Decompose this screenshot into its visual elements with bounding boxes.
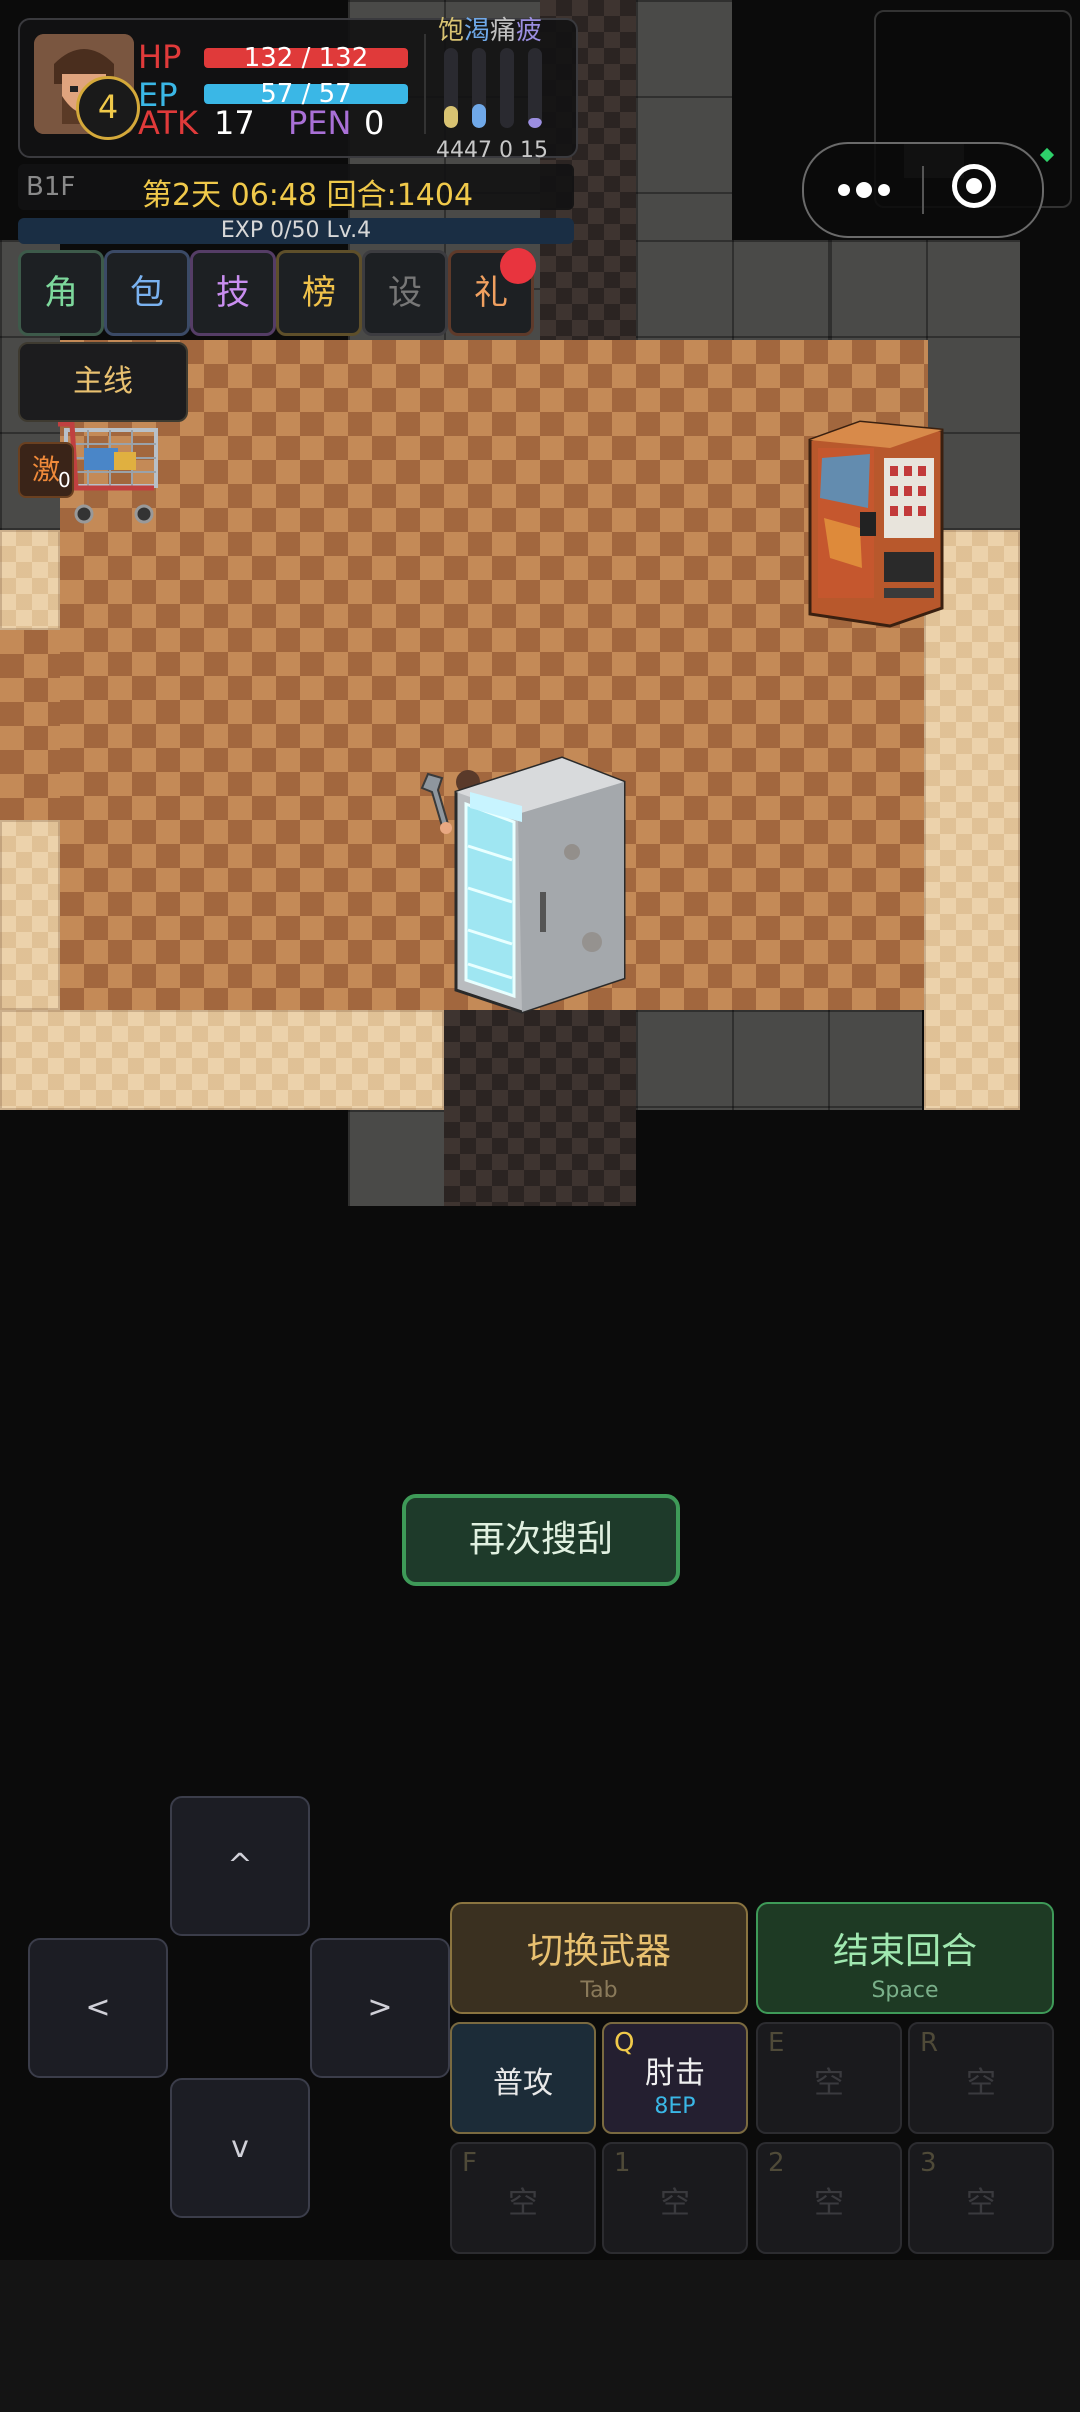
skills-menu-button[interactable]: 技 — [190, 250, 276, 336]
hp-label: HP — [138, 38, 182, 76]
pen-label: PEN — [288, 104, 352, 142]
skill-slot-3-key: 3 — [920, 2148, 937, 2178]
skill-slot-e-name: 空 — [814, 2066, 844, 2101]
fatigue-bar — [528, 48, 542, 128]
skill-slot-1-key: 1 — [614, 2148, 631, 2178]
thirst-bar — [472, 48, 486, 128]
skill-slot-1-name: 空 — [660, 2186, 690, 2221]
main-quest-button[interactable]: 主线 — [18, 342, 188, 422]
switch-weapon-label: 切换武器 — [526, 1931, 671, 1972]
end-turn-hint: Space — [871, 1978, 939, 2003]
skill-elbow-strike-name: 肘击 — [645, 2056, 705, 2091]
close-miniprogram-icon[interactable] — [952, 164, 996, 208]
thirst-bar-fill — [472, 104, 486, 128]
switch-weapon-hint: Tab — [580, 1978, 618, 2003]
hp-value: 132 / 132 — [243, 43, 369, 73]
gift-notification-dot — [500, 248, 536, 284]
floor-indicator: B1F — [26, 172, 76, 202]
atk-label: ATK — [138, 104, 198, 142]
floor-pale-bottom — [0, 1010, 444, 1110]
status-header: 饱渴痛疲 — [438, 10, 542, 47]
hunger-bar — [444, 48, 458, 128]
skill-slot-f-key: F — [462, 2148, 477, 2178]
leaderboard-menu-button[interactable]: 榜 — [276, 250, 362, 336]
skill-slot-2-button[interactable]: 2 空 — [756, 2142, 902, 2254]
dpad-left-button[interactable]: < — [28, 1938, 168, 2078]
skill-slot-3-button[interactable]: 3 空 — [908, 2142, 1054, 2254]
status-fatigue-label: 疲 — [516, 16, 543, 46]
refrigerator-icon[interactable] — [452, 752, 628, 1014]
settings-menu-button[interactable]: 设 — [362, 250, 448, 336]
dpad-down-button[interactable]: v — [170, 2078, 310, 2218]
shopping-cart-icon[interactable] — [58, 418, 168, 530]
status-hunger-label: 饱 — [438, 16, 465, 46]
activate-count: 0 — [58, 468, 71, 492]
status-pain-label: 痛 — [490, 16, 517, 46]
skill-elbow-strike-button[interactable]: Q 肘击 8EP — [602, 2022, 748, 2134]
vending-machine-icon[interactable] — [800, 418, 950, 628]
corridor-bottom — [444, 1010, 636, 1206]
status-divider — [424, 34, 426, 134]
switch-weapon-button[interactable]: 切换武器 Tab — [450, 1902, 748, 2014]
skill-slot-2-name: 空 — [814, 2186, 844, 2221]
floor-pale-left-2 — [0, 820, 60, 1010]
exp-bar: EXP 0/50 Lv.4 — [18, 218, 574, 244]
bag-menu-button[interactable]: 包 — [104, 250, 190, 336]
pen-value: 0 — [364, 104, 385, 142]
end-turn-button[interactable]: 结束回合 Space — [756, 1902, 1054, 2014]
capsule-divider — [922, 166, 924, 214]
status-thirst-label: 渴 — [464, 16, 491, 46]
skill-elbow-strike-cost: 8EP — [654, 2094, 696, 2119]
skill-basic-attack-button[interactable]: 普攻 — [450, 2022, 596, 2134]
skill-slot-r-name: 空 — [966, 2066, 996, 2101]
skill-slot-r-button[interactable]: R 空 — [908, 2022, 1054, 2134]
skill-slot-e-button[interactable]: E 空 — [756, 2022, 902, 2134]
hp-bar: 132 / 132 — [204, 45, 408, 71]
character-menu-button[interactable]: 角 — [18, 250, 104, 336]
skill-basic-attack-name: 普攻 — [493, 2066, 553, 2101]
ep-bar: 57 / 57 — [204, 81, 408, 107]
hunger-bar-fill — [444, 105, 458, 128]
fatigue-bar-fill — [528, 118, 542, 128]
skill-slot-f-button[interactable]: F 空 — [450, 2142, 596, 2254]
day-time-turn: 第2天 06:48 回合:1404 — [142, 178, 474, 213]
skill-slot-3-name: 空 — [966, 2186, 996, 2221]
end-turn-label: 结束回合 — [832, 1931, 977, 1972]
minimap-player-marker — [1039, 147, 1055, 163]
status-values: 4447 0 15 — [436, 138, 548, 163]
dpad-right-button[interactable]: > — [310, 1938, 450, 2078]
dpad-up-button[interactable]: ^ — [170, 1796, 310, 1936]
floor-pale-left-1 — [0, 530, 60, 630]
more-options-icon[interactable] — [830, 166, 900, 212]
skill-slot-r-key: R — [920, 2028, 939, 2058]
miniprogram-capsule — [802, 142, 1044, 238]
search-again-button[interactable]: 再次搜刮 — [402, 1494, 680, 1586]
skill-slot-f-name: 空 — [508, 2186, 538, 2221]
level-badge: 4 — [76, 76, 140, 140]
skill-slot-1-button[interactable]: 1 空 — [602, 2142, 748, 2254]
skill-slot-2-key: 2 — [768, 2148, 785, 2178]
atk-value: 17 — [214, 104, 255, 142]
wall-bottom-stub — [348, 1110, 444, 1206]
floor-tiles-left — [0, 630, 60, 830]
skill-slot-e-key: E — [768, 2028, 785, 2058]
bottom-bar — [0, 2260, 1080, 2412]
pain-bar — [500, 48, 514, 128]
